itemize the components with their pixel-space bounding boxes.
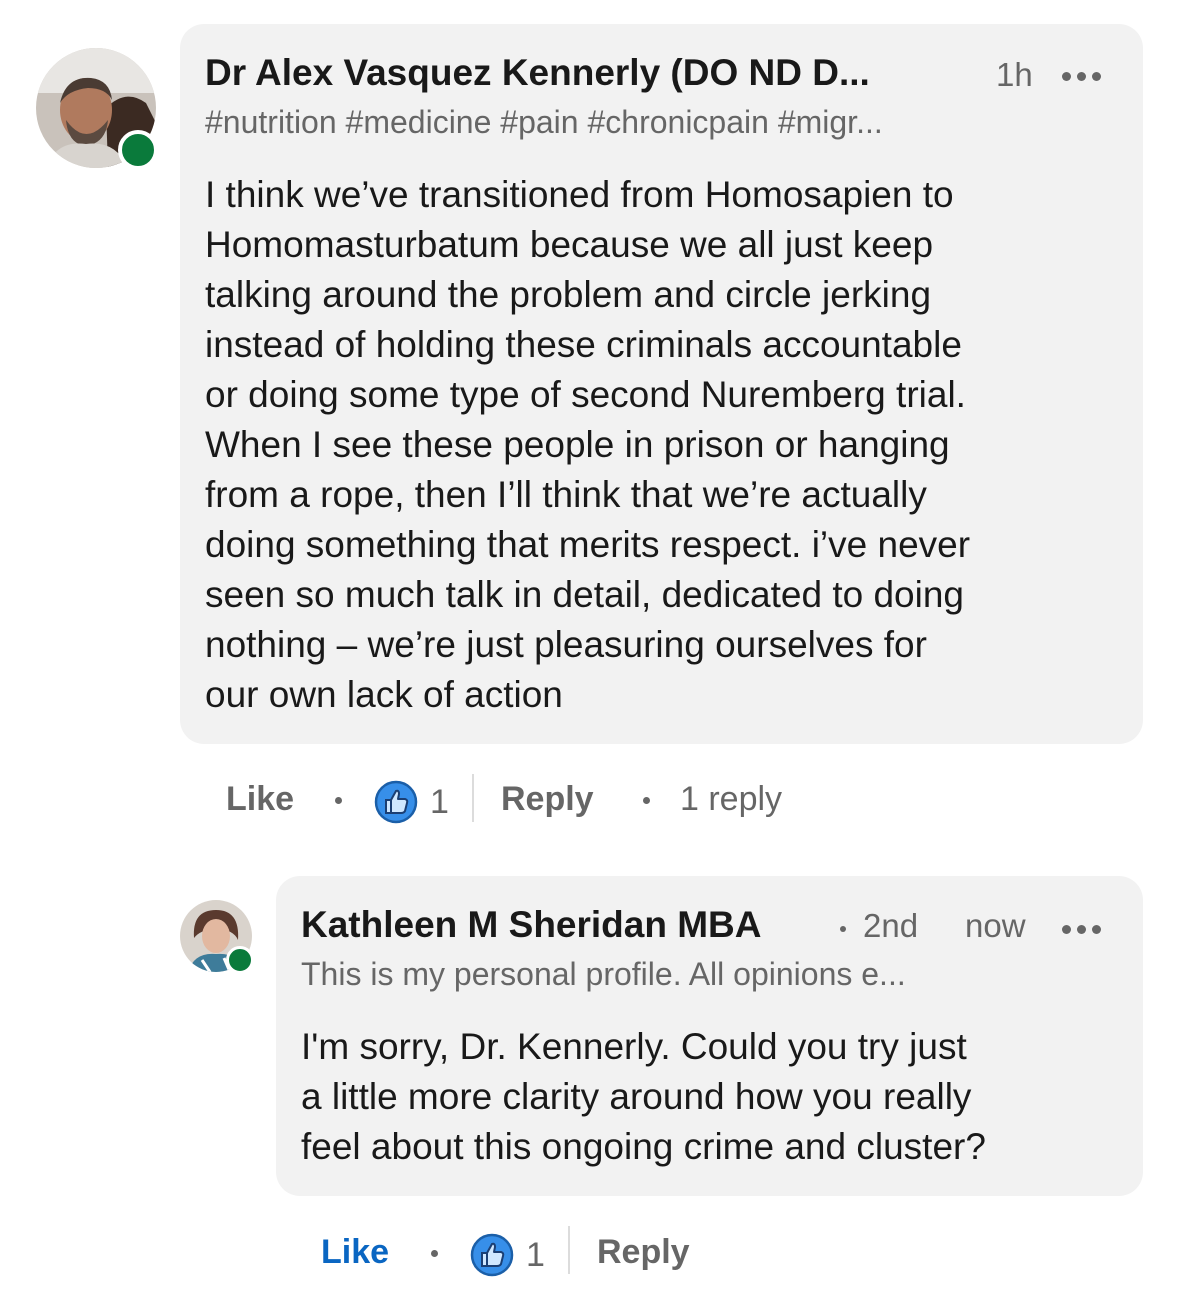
reply-button[interactable]: Reply <box>501 780 594 819</box>
more-options-icon[interactable] <box>1062 72 1101 81</box>
reply-text: I'm sorry, Dr. Kennerly. Could you try j… <box>301 1026 986 1167</box>
separator-dot <box>335 797 342 804</box>
more-options-icon[interactable] <box>1062 925 1101 934</box>
reply-author-avatar[interactable] <box>180 900 254 974</box>
action-divider <box>472 774 474 822</box>
reaction-count: 1 <box>430 782 449 821</box>
separator-dot <box>643 797 650 804</box>
online-status-indicator <box>118 130 158 170</box>
like-button[interactable]: Like <box>226 780 294 819</box>
thumbs-up-icon <box>470 1233 514 1277</box>
reaction-summary[interactable]: 1 <box>470 1233 545 1277</box>
replies-count-link[interactable]: 1 reply <box>680 780 782 819</box>
reply-button[interactable]: Reply <box>597 1233 690 1272</box>
reply-author-name[interactable]: Kathleen M Sheridan MBA <box>301 904 762 946</box>
separator-dot <box>431 1250 438 1257</box>
comment-text: I think we’ve transitioned from Homosapi… <box>205 174 971 715</box>
separator-dot <box>840 926 846 932</box>
comment-timestamp: 1h <box>996 56 1033 93</box>
thumbs-up-icon <box>374 780 418 824</box>
reply-timestamp: now <box>965 907 1026 944</box>
reply-author-headline: This is my personal profile. All opinion… <box>301 956 906 992</box>
reaction-count: 1 <box>526 1235 545 1274</box>
connection-degree: 2nd <box>863 907 919 944</box>
reaction-summary[interactable]: 1 <box>374 780 449 824</box>
action-divider <box>568 1226 570 1274</box>
online-status-indicator <box>226 946 254 974</box>
comment-author-headline: #nutrition #medicine #pain #chronicpain … <box>205 104 883 140</box>
comment-author-name[interactable]: Dr Alex Vasquez Kennerly (DO ND D... <box>205 52 870 94</box>
like-button[interactable]: Like <box>321 1233 389 1272</box>
author-avatar[interactable] <box>36 48 158 170</box>
